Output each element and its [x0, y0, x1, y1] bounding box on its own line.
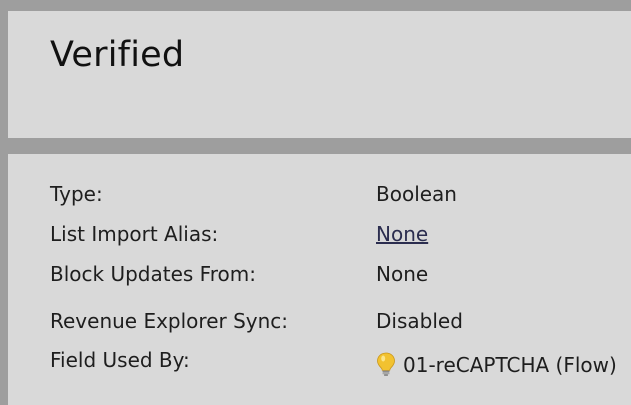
block-updates-from-value: None: [376, 262, 429, 286]
type-label: Type:: [50, 182, 103, 206]
list-import-alias-link[interactable]: None: [376, 222, 428, 246]
list-import-alias-label: List Import Alias:: [50, 222, 219, 246]
block-updates-from-label: Block Updates From:: [50, 262, 256, 286]
detail-row-list-import-alias: List Import Alias: None: [8, 222, 631, 252]
detail-row-block-updates-from: Block Updates From: None: [8, 262, 631, 292]
type-value: Boolean: [376, 182, 457, 206]
detail-row-type: Type: Boolean: [8, 182, 631, 212]
detail-row-field-used-by: Field Used By: 01-reCAPTCHA (Flow): [8, 348, 631, 378]
lightbulb-icon: [376, 352, 396, 376]
field-used-by-flow-link[interactable]: 01-reCAPTCHA (Flow): [403, 353, 617, 377]
field-details-panel: Type: Boolean List Import Alias: None Bl…: [8, 154, 631, 405]
detail-row-revenue-explorer-sync: Revenue Explorer Sync: Disabled: [8, 309, 631, 339]
page-title: Verified: [50, 35, 185, 75]
title-panel: Verified: [8, 11, 631, 138]
field-used-by-value[interactable]: 01-reCAPTCHA (Flow): [376, 352, 617, 377]
revenue-explorer-sync-value: Disabled: [376, 309, 463, 333]
revenue-explorer-sync-label: Revenue Explorer Sync:: [50, 309, 289, 333]
field-used-by-label: Field Used By:: [50, 348, 190, 372]
